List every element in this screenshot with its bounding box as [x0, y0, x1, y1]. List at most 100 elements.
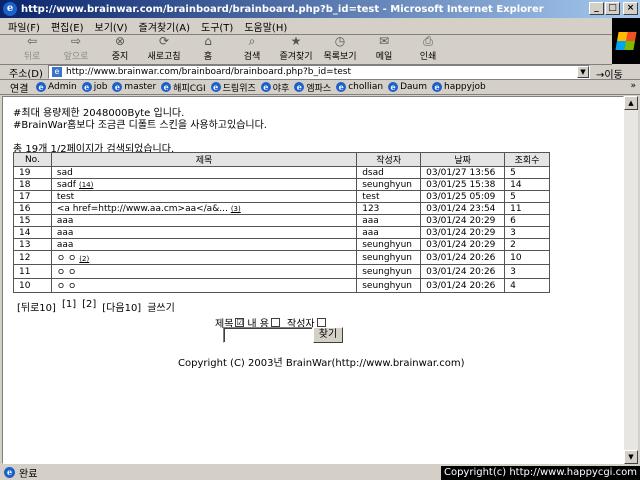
cell-title-text[interactable]: test — [57, 192, 74, 202]
link-page-icon: e — [260, 82, 271, 92]
link-chollian[interactable]: e chollian — [336, 82, 383, 92]
cell-title-text[interactable]: sadf — [57, 180, 76, 190]
link-happycgi[interactable]: e 해피CGI — [161, 81, 206, 94]
close-button[interactable]: × — [623, 2, 638, 15]
cell-no: 19 — [13, 166, 52, 179]
stop-icon: ⊗ — [114, 34, 126, 48]
cell-title-text[interactable]: <a href=http://www.aa.cm>aa</a&... — [57, 204, 228, 214]
search-icon: ⌕ — [248, 33, 256, 48]
minimize-button[interactable]: _ — [589, 2, 604, 15]
link-page-icon: e — [161, 82, 172, 92]
go-button[interactable]: →이동 — [596, 66, 623, 81]
cell-author-text: 123 — [362, 203, 380, 214]
write-link[interactable]: 글쓰기 — [147, 299, 175, 314]
menu-edit[interactable]: 편집(E) — [51, 19, 84, 34]
cell-title[interactable]: ㅇ ㅇ — [50, 278, 358, 293]
cell-title[interactable]: ㅇ ㅇ (2) — [50, 250, 358, 265]
mail-button[interactable]: ✉ 메일 — [362, 34, 406, 64]
page-icon: e — [52, 67, 62, 77]
cell-date: 03/01/24 20:26 — [420, 278, 506, 293]
cell-date-text: 03/01/24 20:29 — [426, 239, 496, 250]
link-dreamwiz[interactable]: e 드림위즈 — [210, 81, 256, 94]
scroll-up-arrow-icon[interactable]: ▲ — [624, 96, 638, 110]
cell-date: 03/01/24 20:29 — [420, 226, 506, 239]
forward-button[interactable]: ⇨ 앞으로 — [54, 34, 98, 64]
search-button[interactable]: ⌕ 검색 — [230, 34, 274, 64]
cell-views-text: 5 — [510, 191, 516, 202]
cell-title-text[interactable]: ㅇ ㅇ — [57, 254, 76, 264]
cell-date-text: 03/01/27 13:56 — [426, 167, 496, 178]
link-job[interactable]: e job — [81, 82, 107, 92]
link-daum[interactable]: e Daum — [388, 82, 427, 92]
home-button[interactable]: ⌂ 홈 — [186, 34, 230, 64]
maximize-button[interactable]: □ — [605, 2, 620, 15]
status-text: 완료 — [19, 468, 38, 480]
cell-views: 5 — [504, 190, 550, 203]
cell-title[interactable]: aaa — [50, 238, 358, 251]
refresh-button[interactable]: ⟳ 새로고침 — [142, 34, 186, 64]
cell-author: seunghyun — [356, 178, 422, 191]
menu-favorites[interactable]: 즐겨찾기(A) — [139, 19, 190, 34]
address-dropdown-button[interactable]: ▼ — [577, 66, 589, 78]
cell-no-text: 10 — [19, 280, 31, 291]
comment-count[interactable]: (3) — [231, 205, 241, 213]
page-content: #최대 용량제한 2048000Byte 입니다. #BrainWar홈보다 조… — [2, 96, 624, 464]
link-page-icon: e — [432, 82, 442, 92]
cell-title[interactable]: ㅇ ㅇ — [50, 264, 358, 279]
page-1-link[interactable]: [1] — [62, 299, 76, 314]
table-header-row: No. 제목 작성자 날짜 조회수 — [13, 152, 550, 167]
link-empas[interactable]: e 엠파스 — [294, 81, 331, 94]
page-2-link[interactable]: [2] — [82, 299, 96, 314]
link-happyjob[interactable]: e happyjob — [432, 82, 486, 92]
cell-title-text[interactable]: aaa — [57, 228, 74, 238]
search-input[interactable] — [223, 327, 313, 343]
history-button[interactable]: ◷ 목록보기 — [318, 34, 362, 64]
link-admin[interactable]: e Admin — [36, 82, 77, 92]
scroll-down-arrow-icon[interactable]: ▼ — [624, 450, 638, 464]
comment-count[interactable]: (2) — [79, 255, 89, 263]
cell-author-text: seunghyun — [362, 266, 413, 277]
cell-title[interactable]: sadf (14) — [50, 178, 358, 191]
cell-title[interactable]: <a href=http://www.aa.cm>aa</a&... (3) — [50, 202, 358, 215]
stop-button[interactable]: ⊗ 중지 — [98, 34, 142, 64]
cell-title-text[interactable]: aaa — [57, 216, 74, 226]
links-bar: 연결 e Admin e job e master e 해피CGI e 드림위즈 e 야후 … — [0, 80, 640, 95]
cell-title[interactable]: sad — [50, 166, 358, 179]
search-content-checkbox[interactable] — [271, 318, 280, 327]
link-page-icon: e — [36, 82, 46, 92]
menu-help[interactable]: 도움말(H) — [244, 19, 287, 34]
menu-tools[interactable]: 도구(T) — [201, 19, 233, 34]
search-author-checkbox[interactable] — [316, 318, 326, 327]
links-more-chevron-icon[interactable]: » — [630, 81, 636, 91]
back-button[interactable]: ⇦ 뒤로 — [10, 34, 54, 64]
ie-logo-icon: e — [3, 2, 17, 16]
cell-no-text: 14 — [19, 227, 31, 238]
prev-10-link[interactable]: [뒤로10] — [17, 299, 56, 314]
menu-file[interactable]: 파일(F) — [8, 19, 40, 34]
next-10-link[interactable]: [다음10] — [102, 299, 141, 314]
cell-title-text[interactable]: aaa — [57, 240, 74, 250]
cell-title[interactable]: aaa — [50, 214, 358, 227]
link-page-icon: e — [210, 82, 221, 92]
history-icon: ◷ — [334, 34, 346, 48]
link-page-icon: e — [112, 82, 123, 92]
print-button[interactable]: ⎙ 인쇄 — [406, 34, 450, 64]
cell-title[interactable]: aaa — [50, 226, 358, 239]
cell-title-text[interactable]: ㅇ ㅇ — [57, 282, 76, 292]
refresh-icon: ⟳ — [158, 34, 170, 48]
vertical-scrollbar[interactable]: ▲ ▼ — [624, 96, 638, 464]
link-page-icon: e — [81, 82, 92, 92]
link-yahoo[interactable]: e 야후 — [260, 81, 289, 94]
menu-view[interactable]: 보기(V) — [95, 19, 128, 34]
cell-title-text[interactable]: ㅇ ㅇ — [57, 268, 76, 278]
cell-title[interactable]: test — [50, 190, 358, 203]
cell-author: aaa — [356, 214, 422, 227]
search-title-checkbox[interactable]: ☑ — [235, 318, 245, 327]
cell-title-text[interactable]: sad — [57, 168, 73, 178]
search-submit-button[interactable]: 찾기 — [313, 327, 343, 343]
address-input[interactable]: e http://www.brainwar.com/brainboard/bra… — [48, 65, 590, 79]
link-master[interactable]: e master — [112, 82, 156, 92]
favorites-button[interactable]: ★ 즐겨찾기 — [274, 34, 318, 64]
cell-date: 03/01/24 20:29 — [420, 238, 506, 251]
comment-count[interactable]: (14) — [79, 181, 93, 189]
